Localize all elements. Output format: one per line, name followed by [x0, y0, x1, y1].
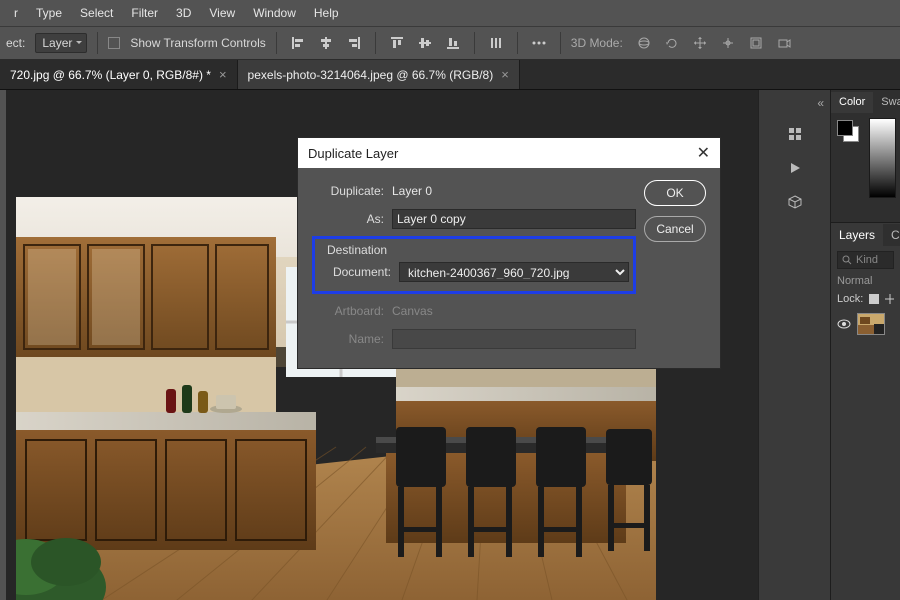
lock-position-icon[interactable]: [885, 294, 894, 304]
align-group-v: [386, 32, 464, 54]
lock-pixels-icon[interactable]: [869, 294, 878, 304]
artboard-label: Artboard:: [312, 304, 392, 318]
menu-item[interactable]: Filter: [123, 2, 166, 24]
blend-mode-dropdown[interactable]: Normal: [837, 275, 894, 287]
show-transform-label: Show Transform Controls: [130, 36, 265, 50]
layer-filter[interactable]: Kind: [837, 251, 894, 269]
layer-row[interactable]: [831, 309, 900, 339]
menu-bar: r Type Select Filter 3D View Window Help: [0, 0, 900, 26]
duplicate-label: Duplicate:: [312, 184, 392, 198]
scale-icon[interactable]: [745, 32, 767, 54]
menu-item[interactable]: Select: [72, 2, 121, 24]
panels-dock: Color Swa Layers Cha Kind Normal Lock:: [830, 90, 900, 600]
orbit-icon[interactable]: [633, 32, 655, 54]
more-icon[interactable]: [528, 32, 550, 54]
dialog-title: Duplicate Layer: [308, 146, 398, 161]
close-icon[interactable]: ✕: [697, 143, 710, 163]
document-label: Document:: [319, 265, 399, 279]
separator: [375, 32, 376, 54]
align-group: [287, 32, 365, 54]
filter-kind-label: Kind: [856, 254, 878, 266]
align-middle-icon[interactable]: [414, 32, 436, 54]
align-top-icon[interactable]: [386, 32, 408, 54]
tab-document[interactable]: pexels-photo-3214064.jpeg @ 66.7% (RGB/8…: [238, 60, 520, 89]
tab-label: pexels-photo-3214064.jpeg @ 66.7% (RGB/8…: [248, 68, 494, 82]
artboard-value: Canvas: [392, 304, 636, 318]
separator: [276, 32, 277, 54]
duplicate-layer-dialog: Duplicate Layer ✕ Duplicate: Layer 0 As:…: [297, 137, 721, 369]
menu-item[interactable]: 3D: [168, 2, 199, 24]
name-input: [392, 329, 636, 349]
lock-row: Lock:: [837, 293, 894, 305]
align-bottom-icon[interactable]: [442, 32, 464, 54]
ok-button[interactable]: OK: [644, 180, 706, 206]
layer-thumbnail: [857, 313, 885, 335]
show-transform-checkbox[interactable]: [108, 37, 120, 49]
mode-3d-label: 3D Mode:: [571, 36, 623, 50]
close-icon[interactable]: ×: [219, 67, 227, 82]
menu-item[interactable]: View: [201, 2, 243, 24]
separator: [474, 32, 475, 54]
separator: [560, 32, 561, 54]
foreground-background-swatch[interactable]: [837, 120, 859, 142]
slide-icon[interactable]: [717, 32, 739, 54]
as-label: As:: [312, 212, 392, 226]
options-label: ect:: [6, 36, 25, 50]
as-input[interactable]: [392, 209, 636, 229]
tab-swatches[interactable]: Swa: [873, 92, 900, 112]
rotate-icon[interactable]: [661, 32, 683, 54]
align-center-h-icon[interactable]: [315, 32, 337, 54]
visibility-icon[interactable]: [837, 319, 851, 329]
document-tabs: 720.jpg @ 66.7% (Layer 0, RGB/8#) * × pe…: [0, 60, 900, 90]
separator: [517, 32, 518, 54]
tab-label: 720.jpg @ 66.7% (Layer 0, RGB/8#) *: [10, 68, 211, 82]
layer-dropdown[interactable]: Layer: [35, 33, 87, 53]
cancel-button[interactable]: Cancel: [644, 216, 706, 242]
menu-item[interactable]: Window: [245, 2, 304, 24]
close-icon[interactable]: ×: [501, 67, 509, 82]
options-bar: ect: Layer Show Transform Controls 3D Mo…: [0, 26, 900, 60]
destination-heading: Destination: [319, 243, 629, 259]
destination-group-highlight: Destination Document: kitchen-2400367_96…: [312, 236, 636, 294]
search-icon: [842, 255, 852, 265]
camera-icon[interactable]: [773, 32, 795, 54]
tab-layers[interactable]: Layers: [831, 224, 883, 247]
separator: [97, 32, 98, 54]
menu-item[interactable]: Help: [306, 2, 347, 24]
layers-panel: Layers Cha Kind Normal Lock:: [831, 222, 900, 600]
distribute-icon[interactable]: [485, 32, 507, 54]
menu-item[interactable]: Type: [28, 2, 70, 24]
expand-dock-icon[interactable]: «: [817, 96, 830, 110]
tab-color[interactable]: Color: [831, 92, 873, 113]
history-icon[interactable]: [785, 124, 805, 144]
lock-label: Lock:: [837, 293, 863, 305]
play-icon[interactable]: [785, 158, 805, 178]
collapsed-panel-dock: «: [758, 90, 830, 600]
document-select[interactable]: kitchen-2400367_960_720.jpg: [399, 262, 629, 282]
color-panel-tabs: Color Swa: [831, 90, 900, 114]
pan-icon[interactable]: [689, 32, 711, 54]
align-right-icon[interactable]: [343, 32, 365, 54]
color-ramp[interactable]: [869, 118, 896, 198]
tab-channels[interactable]: Cha: [883, 224, 900, 246]
menu-item[interactable]: r: [6, 2, 26, 24]
cube-icon[interactable]: [785, 192, 805, 212]
mode-3d-icons: [633, 32, 795, 54]
name-label: Name:: [312, 332, 392, 346]
tab-document-active[interactable]: 720.jpg @ 66.7% (Layer 0, RGB/8#) * ×: [0, 60, 238, 89]
dialog-titlebar[interactable]: Duplicate Layer ✕: [298, 138, 720, 168]
duplicate-value: Layer 0: [392, 184, 636, 198]
align-left-icon[interactable]: [287, 32, 309, 54]
